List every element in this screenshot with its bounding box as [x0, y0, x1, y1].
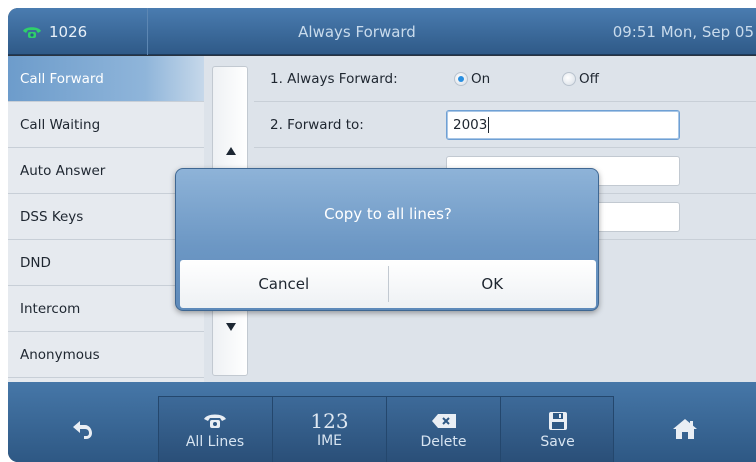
radio-off[interactable]: Off [562, 56, 599, 102]
forward-to-row: 2. Forward to: 2003 [254, 102, 756, 148]
all-lines-button[interactable]: All Lines [158, 396, 272, 462]
always-forward-label: 1. Always Forward: [270, 71, 398, 87]
phone-icon [22, 25, 42, 39]
delete-button[interactable]: Delete [387, 396, 500, 462]
softkey-bar: All Lines 123 IME Delete Save [8, 382, 756, 462]
backspace-icon [431, 408, 457, 434]
save-label: Save [540, 434, 575, 450]
radio-on-label: On [471, 71, 491, 87]
text-cursor [488, 117, 490, 133]
sidebar-item-call-forward[interactable]: Call Forward [8, 56, 204, 102]
cancel-button[interactable]: Cancel [180, 260, 388, 308]
save-button[interactable]: Save [501, 396, 614, 462]
always-forward-row: 1. Always Forward: On Off [254, 56, 756, 102]
phone-handset-icon [203, 408, 227, 434]
radio-off-label: Off [579, 71, 599, 87]
radio-off-icon [562, 72, 576, 86]
clock: 09:51 Mon, Sep 05 [612, 22, 754, 41]
page-title: Always Forward [298, 22, 416, 41]
home-button[interactable] [614, 396, 756, 462]
confirm-dialog: Copy to all lines? Cancel OK [175, 168, 599, 311]
account-number: 1026 [49, 22, 88, 41]
forward-to-label: 2. Forward to: [270, 117, 364, 133]
forward-to-input[interactable]: 2003 [446, 110, 680, 140]
sidebar-item-anonymous[interactable]: Anonymous [8, 332, 204, 378]
radio-on[interactable]: On [454, 56, 490, 102]
scroll-up-icon[interactable] [226, 147, 236, 155]
ime-label: IME [316, 433, 343, 449]
title-bar: 1026 Always Forward 09:51 Mon, Sep 05 [8, 8, 756, 55]
phone-screen: 1026 Always Forward 09:51 Mon, Sep 05 Ca… [8, 8, 756, 462]
back-button[interactable] [8, 396, 158, 462]
save-icon [548, 408, 568, 434]
dialog-buttons: Cancel OK [180, 260, 596, 308]
delete-label: Delete [420, 434, 467, 450]
sidebar-item-call-waiting[interactable]: Call Waiting [8, 102, 204, 148]
home-icon [672, 416, 698, 442]
ok-button[interactable]: OK [389, 260, 597, 308]
all-lines-label: All Lines [185, 434, 245, 450]
scroll-down-icon[interactable] [226, 323, 236, 331]
ime-button[interactable]: 123 IME [273, 396, 386, 462]
forward-to-value: 2003 [453, 117, 488, 133]
back-icon [71, 416, 95, 442]
radio-on-icon [454, 72, 468, 86]
dialog-message: Copy to all lines? [324, 205, 452, 223]
ime-mode: 123 [310, 409, 349, 433]
account-indicator: 1026 [8, 8, 148, 55]
